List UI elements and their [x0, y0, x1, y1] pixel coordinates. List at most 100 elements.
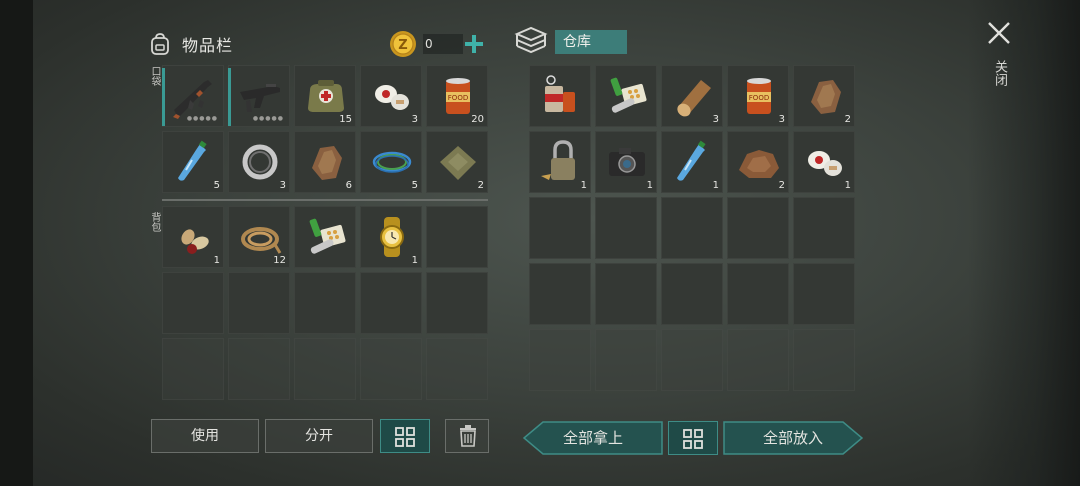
- warehouse-slot-locked: [595, 329, 657, 391]
- pocket-label: 口袋: [149, 66, 160, 86]
- item-count: 3: [411, 114, 418, 125]
- inventory-slot-empty[interactable]: [426, 206, 488, 268]
- item-count: 20: [471, 114, 484, 125]
- sort-inventory-button[interactable]: [380, 419, 430, 453]
- inventory-slot[interactable]: 5: [360, 131, 422, 193]
- item-count: 1: [844, 180, 851, 191]
- warehouse-slot-empty[interactable]: [793, 197, 855, 259]
- gold-coin-icon: Z: [390, 31, 416, 57]
- section-divider: [162, 199, 488, 201]
- coin-count: 0: [423, 34, 463, 54]
- sort-grid-icon: [683, 429, 703, 449]
- inventory-slot[interactable]: 2: [426, 131, 488, 193]
- inventory-slot-empty[interactable]: [426, 272, 488, 334]
- item-count: 2: [477, 180, 484, 191]
- bandage-roll-icon: [808, 151, 842, 176]
- food-ration-icon: [545, 75, 575, 112]
- durability-dots: ●●●●●: [252, 115, 284, 122]
- warehouse-slot-empty[interactable]: [661, 263, 723, 325]
- warehouse-slot-locked: [727, 329, 789, 391]
- inventory-slot[interactable]: ●●●●●: [162, 65, 224, 127]
- item-count: 12: [273, 255, 286, 266]
- warehouse-slot-empty[interactable]: [595, 197, 657, 259]
- left-edge: [0, 0, 33, 486]
- warehouse-slot[interactable]: [595, 65, 657, 127]
- inventory-slot-empty[interactable]: [294, 272, 356, 334]
- close-label[interactable]: 关闭: [991, 60, 1007, 86]
- inventory-slot-empty[interactable]: [162, 272, 224, 334]
- warehouse-slot-locked: [661, 329, 723, 391]
- sort-warehouse-button[interactable]: [668, 421, 718, 455]
- trash-icon: [460, 425, 476, 447]
- take-all-button[interactable]: 全部拿上: [523, 421, 663, 455]
- backpack-icon: [151, 33, 169, 55]
- backpack-label: 背包: [149, 212, 160, 232]
- warehouse-slot[interactable]: 2: [793, 65, 855, 127]
- warehouse-slot-empty[interactable]: [793, 263, 855, 325]
- warehouse-slot-locked: [793, 329, 855, 391]
- inventory-slot[interactable]: 1: [162, 206, 224, 268]
- sort-grid-icon: [395, 427, 415, 447]
- inventory-slot-empty[interactable]: [360, 272, 422, 334]
- svg-text:FOOD: FOOD: [749, 94, 769, 102]
- item-count: 15: [339, 114, 352, 125]
- warehouse-slot-empty[interactable]: [661, 197, 723, 259]
- inventory-slot[interactable]: [294, 206, 356, 268]
- leather-hide-icon: [739, 150, 779, 178]
- inventory-slot[interactable]: 6: [294, 131, 356, 193]
- add-coins-icon[interactable]: [462, 32, 486, 56]
- warehouse-slot[interactable]: [529, 65, 591, 127]
- inventory-slot[interactable]: 12: [228, 206, 290, 268]
- storage-stack-icon: [514, 26, 548, 54]
- pocket-grid: ●●●●● ●●●●● 15 3 FOOD 20 5 3 6 5 2: [162, 65, 488, 193]
- item-count: 3: [778, 114, 785, 125]
- warehouse-header: 仓库: [514, 26, 627, 58]
- item-count: 3: [712, 114, 719, 125]
- coin-balance: Z 0: [389, 30, 463, 58]
- warehouse-grid: 3 FOOD 3 2 1 1 1 2 1: [529, 65, 855, 391]
- split-button[interactable]: 分开: [265, 419, 373, 453]
- use-button[interactable]: 使用: [151, 419, 259, 453]
- warehouse-slot[interactable]: 1: [793, 131, 855, 193]
- warehouse-slot-empty[interactable]: [727, 263, 789, 325]
- inventory-slot-locked: [426, 338, 488, 400]
- inventory-slot[interactable]: 5: [162, 131, 224, 193]
- warehouse-slot[interactable]: FOOD 3: [727, 65, 789, 127]
- inventory-slot-empty[interactable]: [228, 272, 290, 334]
- smg-icon: [240, 84, 280, 112]
- take-all-label: 全部拿上: [562, 429, 623, 447]
- seeds-icon: [181, 229, 209, 254]
- warehouse-slot[interactable]: 1: [661, 131, 723, 193]
- close-icon[interactable]: [986, 20, 1012, 46]
- inventory-slot-locked: [228, 338, 290, 400]
- right-edge: [968, 0, 1080, 486]
- inventory-slot[interactable]: 3: [360, 65, 422, 127]
- warehouse-slot-empty[interactable]: [595, 263, 657, 325]
- inventory-slot[interactable]: 3: [228, 131, 290, 193]
- wire-coil-icon: [372, 151, 412, 173]
- bearing-ring-icon: [242, 144, 278, 180]
- warehouse-slot[interactable]: 2: [727, 131, 789, 193]
- inventory-slot[interactable]: FOOD 20: [426, 65, 488, 127]
- discard-button[interactable]: [445, 419, 489, 453]
- warehouse-slot[interactable]: 3: [661, 65, 723, 127]
- camera-icon: [609, 148, 645, 176]
- warehouse-slot-empty[interactable]: [727, 197, 789, 259]
- item-count: 5: [213, 180, 220, 191]
- put-all-label: 全部放入: [762, 429, 823, 447]
- warehouse-slot-empty[interactable]: [529, 263, 591, 325]
- item-count: 1: [712, 180, 719, 191]
- inventory-slot[interactable]: 1: [360, 206, 422, 268]
- put-all-button[interactable]: 全部放入: [723, 421, 863, 455]
- item-count: 1: [411, 255, 418, 266]
- inventory-slot[interactable]: ●●●●●: [228, 65, 290, 127]
- inventory-slot-locked: [360, 338, 422, 400]
- warehouse-slot[interactable]: 1: [595, 131, 657, 193]
- inventory-slot[interactable]: 15: [294, 65, 356, 127]
- canned-food-icon: FOOD: [446, 78, 470, 114]
- warehouse-slot[interactable]: 1: [529, 131, 591, 193]
- warehouse-slot-empty[interactable]: [529, 197, 591, 259]
- durability-dots: ●●●●●: [186, 115, 218, 122]
- item-count: 2: [844, 114, 851, 125]
- item-count: 1: [213, 255, 220, 266]
